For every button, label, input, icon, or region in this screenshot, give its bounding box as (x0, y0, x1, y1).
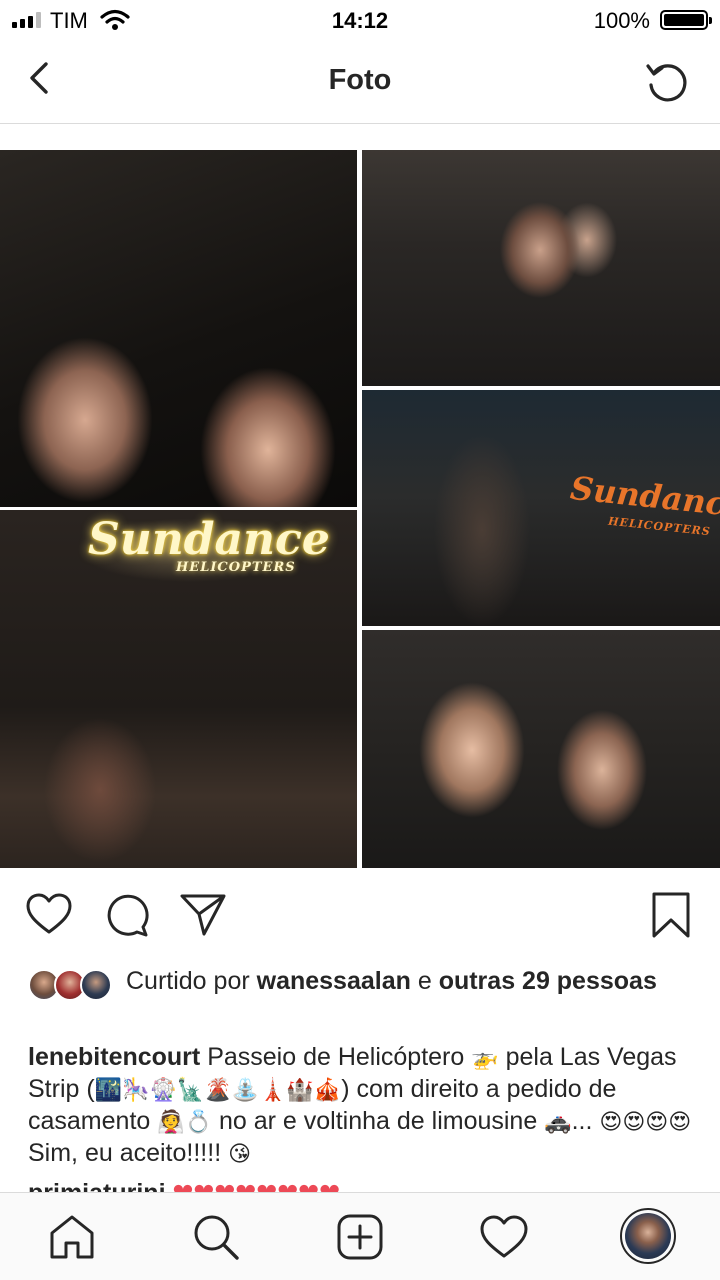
sundance-sign-subtext: HELICOPTERS (176, 560, 296, 575)
bottom-tab-bar (0, 1192, 720, 1280)
post-photo-collage[interactable]: Sundance HELICOPTERS Sundance HELICOPTER… (0, 148, 720, 870)
places-emoji: 🌃🎠🎡🗽🌋⛲🗼🏰🎪 (94, 1078, 342, 1103)
likes-others[interactable]: outras 29 pessoas (439, 967, 657, 995)
refresh-icon[interactable] (642, 56, 692, 106)
likes-prefix: Curtido por (126, 967, 257, 995)
comment-icon[interactable] (102, 890, 152, 940)
caption-text: Sim, eu aceito!!!!! (28, 1139, 229, 1167)
profile-avatar[interactable] (620, 1208, 676, 1264)
search-icon[interactable] (190, 1211, 242, 1263)
liker-avatars (28, 969, 118, 1003)
helicopter-emoji: 🚁 (471, 1046, 499, 1071)
heart-eyes-emoji: 😍😍😍😍 (599, 1110, 692, 1135)
page-title: Foto (328, 64, 392, 96)
photo-group-by-car: Sundance HELICOPTERS (362, 390, 720, 626)
battery-percentage: 100% (593, 8, 650, 33)
comment-username[interactable]: primiaturini (28, 1179, 166, 1192)
photo-limousine-selfie (362, 630, 720, 868)
bride-ring-emoji: 👰💍 (157, 1110, 213, 1135)
car-emoji: 🚓 (544, 1110, 572, 1135)
sundance-sign-text: Sundance (88, 514, 330, 565)
caption-text: ... (571, 1107, 600, 1135)
heart-icon[interactable] (24, 890, 74, 940)
likes-middle: e (410, 967, 439, 995)
comment-preview[interactable]: primiaturini ❤❤❤❤❤❤❤❤ (28, 1178, 696, 1192)
photo-helicopter-selfie (0, 150, 357, 507)
home-icon[interactable] (46, 1211, 98, 1263)
profile-photo (625, 1213, 671, 1259)
caption-text: no ar e voltinha de limousine (212, 1107, 545, 1135)
share-icon[interactable] (178, 890, 228, 940)
new-post-icon[interactable] (334, 1211, 386, 1263)
kiss-emoji: 😘 (228, 1142, 252, 1167)
photo-sundance-sign: Sundance HELICOPTERS (0, 510, 357, 868)
avatar (80, 969, 112, 1001)
car-logo-text: Sundance (568, 468, 720, 526)
nav-header: Foto (0, 40, 720, 124)
caption-username[interactable]: lenebitencourt (28, 1043, 200, 1071)
activity-heart-icon[interactable] (478, 1211, 530, 1263)
post-action-bar (0, 880, 720, 950)
photo-limousine-couple (362, 150, 720, 386)
status-bar: TIM 14:12 100% (0, 0, 720, 40)
comment-hearts: ❤❤❤❤❤❤❤❤ (172, 1179, 340, 1192)
likes-text: Curtido por wanessaalan e outras 29 pess… (126, 965, 706, 997)
caption-text: Passeio de Helicóptero (200, 1043, 472, 1071)
liker-username[interactable]: wanessaalan (257, 967, 411, 995)
battery-icon (660, 10, 712, 30)
post-caption: lenebitencourt Passeio de Helicóptero 🚁 … (28, 1042, 696, 1170)
bookmark-icon[interactable] (646, 890, 696, 940)
